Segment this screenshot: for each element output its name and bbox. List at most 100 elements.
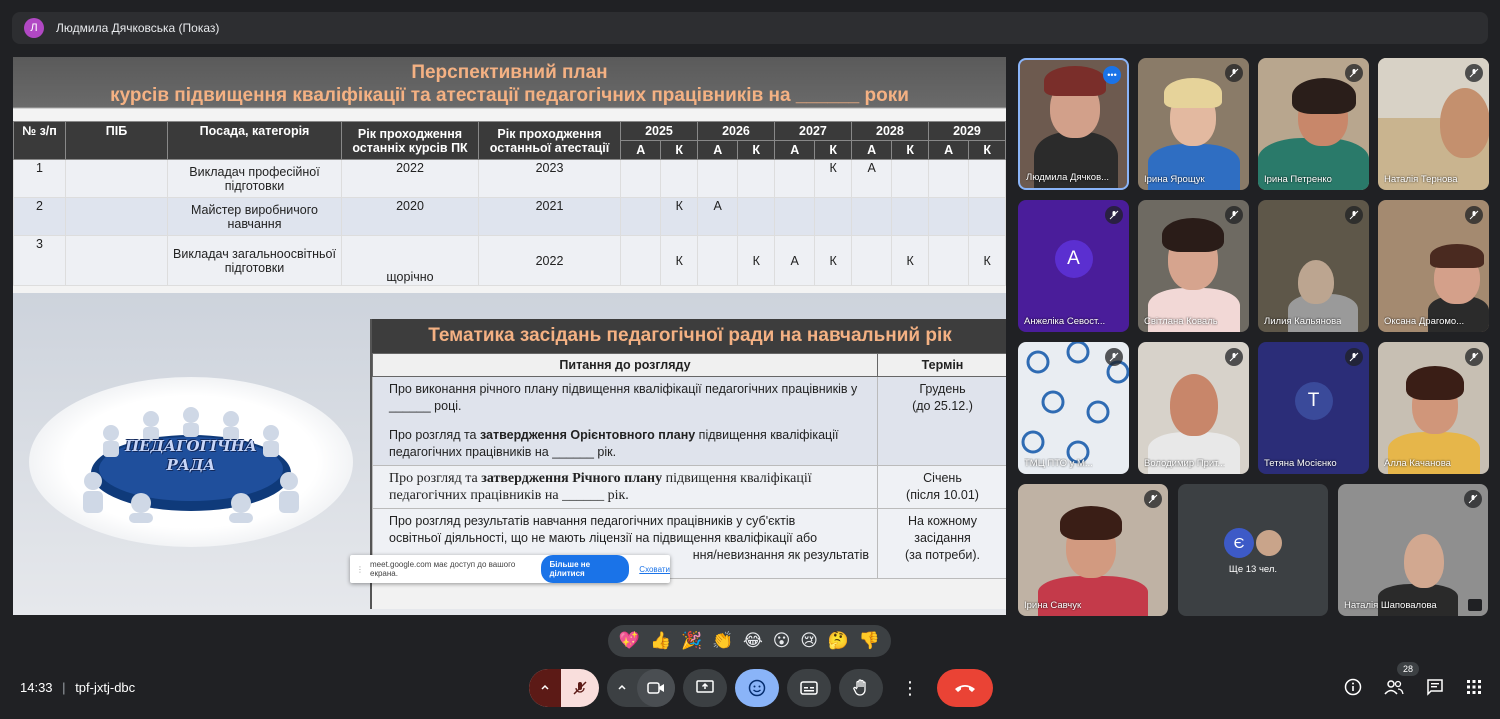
council-image-label: ПЕДАГОГІЧНА РАДА <box>124 437 258 474</box>
participant-avatar: А <box>1054 240 1093 278</box>
mic-off-icon <box>1465 348 1483 366</box>
pin-icon[interactable] <box>1468 599 1482 611</box>
meeting-info: 14:33 | tpf-jxtj-dbc <box>20 680 136 695</box>
present-button[interactable] <box>683 669 727 707</box>
participant-tile[interactable]: Ірина Ярощук <box>1138 58 1249 190</box>
table-row: 2 Майстер виробничого навчання 2020 2021… <box>13 197 1006 236</box>
slide-plan-title: Перспективний план курсів підвищення ква… <box>110 62 909 106</box>
participant-avatar <box>1254 528 1284 558</box>
participant-tile[interactable]: Т Тетяна Мосієнко <box>1258 342 1369 474</box>
toast-text: meet.google.com має доступ до вашого екр… <box>370 560 516 578</box>
council-table: Питання до розгляду Термін Про виконання… <box>372 353 1006 579</box>
people-button[interactable] <box>1384 679 1404 700</box>
info-icon <box>1344 678 1362 696</box>
mic-off-icon <box>1105 348 1123 366</box>
hand-icon <box>853 679 866 696</box>
more-options-button[interactable]: ⋮ <box>891 669 929 707</box>
mic-off-icon <box>573 681 587 695</box>
reaction-thumbs-up[interactable]: 👍 <box>650 631 671 651</box>
activities-button[interactable] <box>1466 679 1482 700</box>
participant-tile[interactable]: Світлана Коваль <box>1138 200 1249 332</box>
emoji-icon <box>748 679 766 697</box>
hide-toast-link[interactable]: Сховати <box>639 565 670 574</box>
screen-share-toast: ⋮ meet.google.com має доступ до вашого е… <box>350 555 670 583</box>
shared-screen: Перспективний план курсів підвищення ква… <box>13 57 1006 615</box>
hang-up-icon <box>955 685 975 692</box>
participant-avatar: Є <box>1224 528 1254 558</box>
camera-icon <box>647 682 664 694</box>
stop-sharing-button[interactable]: Більше не ділитися <box>541 555 630 583</box>
mic-off-icon <box>1225 348 1243 366</box>
raise-hand-button[interactable] <box>839 669 883 707</box>
reaction-heart[interactable]: 💖 <box>619 631 640 651</box>
reactions-bar: 💖 👍 🎉 👏 😂 😮 😢 🤔 👎 <box>608 625 891 657</box>
participant-tile[interactable]: ••• Людмила Дячков... <box>1018 58 1129 190</box>
table-row: 3 Викладач загальноосвітньої підготовки … <box>13 235 1006 286</box>
reaction-sad[interactable]: 😢 <box>800 631 818 651</box>
camera-options-chevron-icon[interactable] <box>607 683 637 693</box>
captions-button[interactable] <box>787 669 831 707</box>
captions-icon <box>800 681 818 695</box>
more-vert-icon: ⋮ <box>901 678 919 698</box>
reaction-thumbs-down[interactable]: 👎 <box>859 631 880 651</box>
more-participants-tile[interactable]: Є Ще 13 чел. <box>1178 484 1328 616</box>
table-row: Про розгляд та затвердження Річного план… <box>372 465 1006 509</box>
end-call-button[interactable] <box>937 669 993 707</box>
mic-off-icon <box>1465 64 1483 82</box>
participant-grid: ••• Людмила Дячков... Ірина Ярощук Ірина… <box>1018 58 1489 616</box>
presenter-name: Людмила Дячковська (Показ) <box>56 21 220 35</box>
participant-tile[interactable]: ТМЦ ПТО у М... <box>1018 342 1129 474</box>
mic-off-icon <box>1225 64 1243 82</box>
reaction-party[interactable]: 🎉 <box>681 631 702 651</box>
mic-control <box>529 669 599 707</box>
mic-off-icon <box>1225 206 1243 224</box>
emoji-button[interactable] <box>735 669 779 707</box>
participant-tile[interactable]: Алла Качанова <box>1378 342 1489 474</box>
clock-time: 14:33 <box>20 680 53 695</box>
mic-off-button[interactable] <box>561 680 599 696</box>
participant-tile[interactable]: А Анжеліка Севост... <box>1018 200 1129 332</box>
mic-options-chevron-icon[interactable] <box>529 669 561 707</box>
participant-tile[interactable]: Наталія Тернова <box>1378 58 1489 190</box>
mic-off-icon <box>1345 206 1363 224</box>
council-title: Тематика засідань педагогічної ради на н… <box>372 319 1006 353</box>
bottom-bar: 14:33 | tpf-jxtj-dbc ⋮ <box>0 660 1500 719</box>
meeting-code: tpf-jxtj-dbc <box>75 680 136 695</box>
reaction-clap[interactable]: 👏 <box>712 631 733 651</box>
participant-tile[interactable]: Оксана Драгомо... <box>1378 200 1489 332</box>
camera-button[interactable] <box>637 669 675 707</box>
council-image: ПЕДАГОГІЧНА РАДА <box>29 377 353 547</box>
side-panel-controls <box>1344 678 1482 701</box>
table-row: 1 Викладач професійної підготовки 2022 2… <box>13 159 1006 198</box>
present-screen-icon <box>696 680 714 693</box>
people-count-badge: 28 <box>1397 662 1419 676</box>
reaction-surprised[interactable]: 😮 <box>773 631 791 651</box>
chat-icon <box>1427 679 1443 696</box>
slide-plan: Перспективний план курсів підвищення ква… <box>13 57 1006 293</box>
more-participants-label: Ще 13 чел. <box>1228 564 1278 575</box>
participant-tile[interactable]: Ірина Петренко <box>1258 58 1369 190</box>
presenter-avatar: Л <box>24 18 44 38</box>
reaction-joy[interactable]: 😂 <box>743 631 763 651</box>
reaction-thinking[interactable]: 🤔 <box>828 631 849 651</box>
call-controls: ⋮ <box>529 669 993 707</box>
mic-off-icon <box>1464 490 1482 508</box>
participant-avatar: Т <box>1294 382 1333 420</box>
mic-off-icon <box>1345 348 1363 366</box>
mic-off-icon <box>1144 490 1162 508</box>
table-row: Про виконання річного плану підвищення к… <box>372 376 1006 466</box>
presenter-bar: Л Людмила Дячковська (Показ) <box>12 12 1488 44</box>
participant-tile[interactable]: Наталія Шаповалова <box>1338 484 1488 616</box>
people-icon <box>1384 680 1404 695</box>
drag-handle-icon[interactable]: ⋮ <box>356 565 364 574</box>
info-button[interactable] <box>1344 678 1362 701</box>
participant-tile[interactable]: Ірина Савчук <box>1018 484 1168 616</box>
chat-button[interactable] <box>1426 678 1444 701</box>
participant-tile[interactable]: Лилия Кальянова <box>1258 200 1369 332</box>
mic-off-icon <box>1465 206 1483 224</box>
apps-grid-icon <box>1467 680 1481 694</box>
camera-control <box>607 669 675 707</box>
mic-off-icon <box>1345 64 1363 82</box>
speaking-indicator-icon: ••• <box>1103 66 1121 84</box>
participant-tile[interactable]: Володимир Прит... <box>1138 342 1249 474</box>
